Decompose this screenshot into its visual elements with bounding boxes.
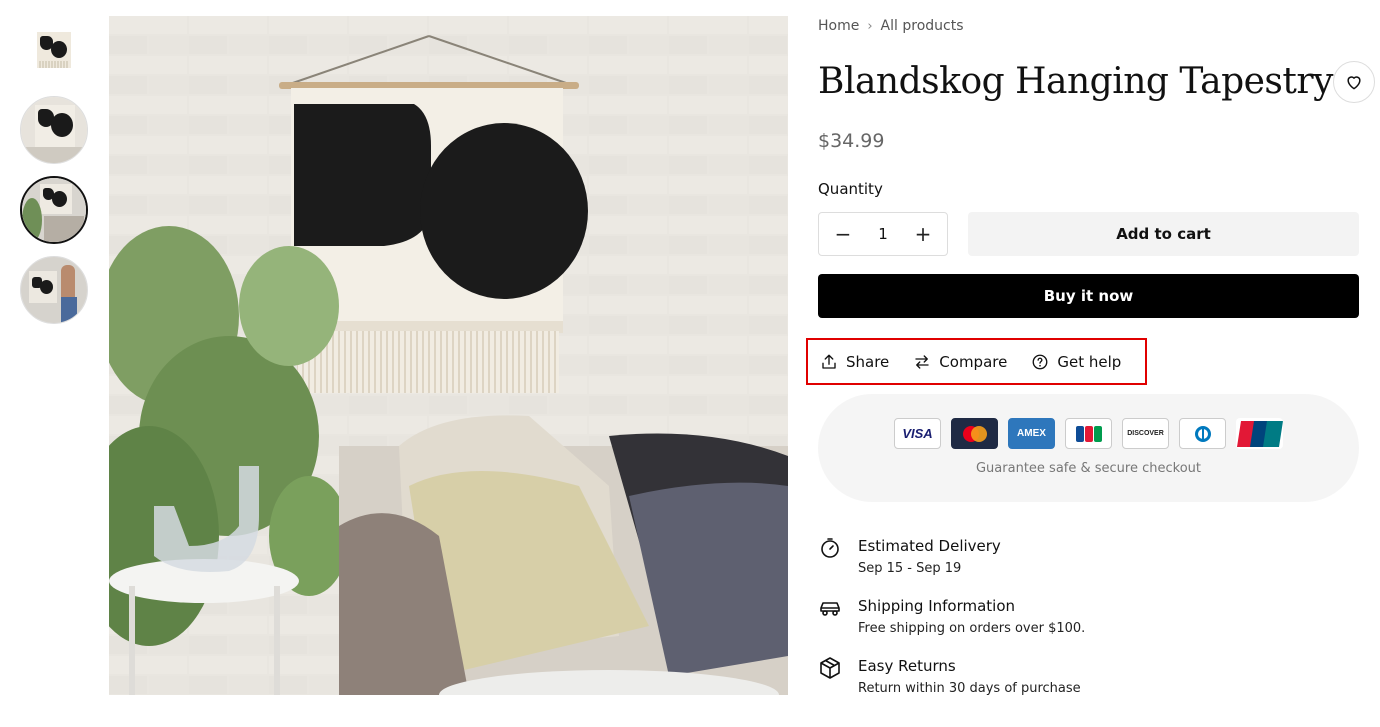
feature-subtitle: Free shipping on orders over $100. xyxy=(858,621,1086,636)
feature-subtitle: Sep 15 - Sep 19 xyxy=(858,561,962,576)
share-label: Share xyxy=(846,352,890,371)
compare-button[interactable]: Compare xyxy=(913,353,1007,371)
thumbnail-4[interactable] xyxy=(20,256,88,324)
diners-card-icon xyxy=(1179,418,1226,449)
get-help-button[interactable]: Get help xyxy=(1031,353,1121,371)
jcb-card-icon xyxy=(1065,418,1112,449)
compare-label: Compare xyxy=(939,352,1008,371)
heart-icon xyxy=(1347,76,1361,90)
thumbnail-1[interactable] xyxy=(20,16,88,84)
share-button[interactable]: Share xyxy=(820,353,889,371)
quantity-value[interactable]: 1 xyxy=(878,225,888,243)
discover-card-icon: DISCOVER xyxy=(1122,418,1169,449)
feature-shipping-information: Shipping Information Free shipping on or… xyxy=(818,596,1359,636)
tapestry-scene xyxy=(109,16,788,695)
feature-title: Easy Returns xyxy=(858,657,956,675)
quantity-decrease-button[interactable]: − xyxy=(833,222,853,246)
unionpay-card-icon xyxy=(1236,418,1283,449)
product-title: Blandskog Hanging Tapestry xyxy=(818,61,1333,102)
thumbnail-2[interactable] xyxy=(20,96,88,164)
secure-checkout-badge: VISA AMEX DISCOVER Guarantee safe & secu… xyxy=(818,394,1359,502)
feature-subtitle: Return within 30 days of purchase xyxy=(858,681,1081,696)
diners-circle xyxy=(1194,425,1211,442)
visa-card-icon: VISA xyxy=(894,418,941,449)
product-info: Home › All products Blandskog Hanging Ta… xyxy=(818,16,1375,318)
chevron-right-icon: › xyxy=(867,18,873,34)
breadcrumb-home-link[interactable]: Home xyxy=(818,18,859,34)
feature-title: Shipping Information xyxy=(858,597,1016,615)
car-icon xyxy=(820,602,840,616)
help-icon xyxy=(1032,354,1048,369)
breadcrumb: Home › All products xyxy=(818,16,1359,36)
wishlist-button[interactable] xyxy=(1332,61,1375,103)
product-features: Estimated Delivery Sep 15 - Sep 19 Shipp… xyxy=(818,536,1359,716)
mastercard-circles xyxy=(962,425,987,442)
main-product-image xyxy=(109,16,788,695)
cart-row: − 1 + Add to cart xyxy=(818,212,1359,256)
thumbnail-list xyxy=(20,16,88,336)
quantity-stepper: − 1 + xyxy=(818,212,948,256)
compare-icon xyxy=(915,354,929,369)
share-icon xyxy=(822,354,836,369)
title-row: Blandskog Hanging Tapestry xyxy=(818,58,1375,106)
box-icon xyxy=(820,657,840,679)
amex-card-icon: AMEX xyxy=(1008,418,1055,449)
feature-title: Estimated Delivery xyxy=(858,537,1001,555)
add-to-cart-button[interactable]: Add to cart xyxy=(968,212,1359,256)
breadcrumb-current-link[interactable]: All products xyxy=(881,18,964,34)
jcb-stripes xyxy=(1075,425,1102,442)
mastercard-card-icon xyxy=(951,418,998,449)
get-help-label: Get help xyxy=(1057,352,1122,371)
unionpay-stripes xyxy=(1236,420,1283,447)
thumbnail-3[interactable] xyxy=(20,176,88,244)
tapestry-thumb-art xyxy=(37,32,71,68)
feature-easy-returns: Easy Returns Return within 30 days of pu… xyxy=(818,656,1359,696)
product-actions: Share Compare Get help xyxy=(806,338,1147,385)
payment-cards: VISA AMEX DISCOVER xyxy=(818,418,1359,449)
stopwatch-icon xyxy=(821,538,839,558)
product-price: $34.99 xyxy=(818,130,885,152)
quantity-label: Quantity xyxy=(818,180,883,198)
quantity-increase-button[interactable]: + xyxy=(913,222,933,246)
secure-checkout-text: Guarantee safe & secure checkout xyxy=(975,461,1201,476)
buy-now-button[interactable]: Buy it now xyxy=(818,274,1359,318)
feature-estimated-delivery: Estimated Delivery Sep 15 - Sep 19 xyxy=(818,536,1359,576)
